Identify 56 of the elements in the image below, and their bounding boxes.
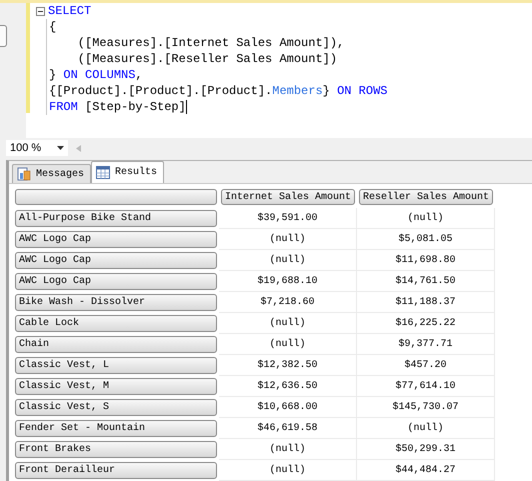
table-cell: $7,218.60	[219, 292, 357, 313]
table-cell: $9,377.71	[357, 334, 495, 355]
document-icon	[17, 167, 31, 181]
code-line: SELECT	[48, 4, 92, 18]
row-header[interactable]: Classic Vest, S	[15, 399, 217, 416]
table-cell: (null)	[219, 460, 357, 481]
row-header[interactable]: Chain	[15, 336, 217, 353]
table-cell: (null)	[219, 439, 357, 460]
code-line: {[Product].[Product].[Product].Members} ON ROWS	[49, 84, 388, 98]
row-header[interactable]: Cable Lock	[15, 315, 217, 332]
table-cell: $12,636.50	[219, 376, 357, 397]
row-header[interactable]: AWC Logo Cap	[15, 231, 217, 248]
row-header[interactable]: Front Derailleur	[15, 462, 217, 479]
table-cell: $12,382.50	[219, 355, 357, 376]
zoom-dropdown[interactable]: 100 %	[6, 140, 68, 156]
table-cell: $10,668.00	[219, 397, 357, 418]
caret-icon	[57, 146, 64, 150]
table-cell: (null)	[357, 208, 495, 229]
grid-icon	[96, 166, 110, 179]
table-cell: $11,698.80	[357, 250, 495, 271]
column-header[interactable]: Internet Sales Amount	[221, 189, 355, 205]
code-line: {	[49, 20, 56, 34]
table-cell: $14,761.50	[357, 271, 495, 292]
table-cell: (null)	[219, 313, 357, 334]
row-header[interactable]: Fender Set - Mountain	[15, 420, 217, 437]
table-cell: $46,619.58	[219, 418, 357, 439]
code-line: FROM [Step-by-Step]	[49, 100, 187, 114]
code-line: ([Measures].[Reseller Sales Amount])	[76, 52, 338, 66]
collapse-icon[interactable]	[36, 6, 44, 16]
row-header[interactable]: AWC Logo Cap	[15, 273, 217, 290]
row-header[interactable]: Front Brakes	[15, 441, 217, 458]
panel-tab[interactable]	[0, 25, 7, 47]
table-cell: (null)	[219, 229, 357, 250]
table-cell: $77,614.10	[357, 376, 495, 397]
code-line: } ON COLUMNS,	[49, 68, 143, 82]
row-header[interactable]: AWC Logo Cap	[15, 252, 217, 269]
table-cell: $5,081.05	[357, 229, 495, 250]
table-cell: (null)	[219, 250, 357, 271]
table-cell: (null)	[357, 418, 495, 439]
table-cell: $19,688.10	[219, 271, 357, 292]
tab[interactable]: Messages	[12, 164, 92, 183]
table-cell: $11,188.37	[357, 292, 495, 313]
table-cell: $16,225.22	[357, 313, 495, 334]
column-header[interactable]: Reseller Sales Amount	[359, 189, 493, 205]
table-cell: $44,484.27	[357, 460, 495, 481]
table-cell: $145,730.07	[357, 397, 495, 418]
row-header[interactable]: Bike Wash - Dissolver	[15, 294, 217, 311]
row-header[interactable]: Classic Vest, L	[15, 357, 217, 374]
row-header[interactable]: All-Purpose Bike Stand	[15, 210, 217, 227]
tab[interactable]: Results	[91, 161, 164, 183]
row-header[interactable]: Classic Vest, M	[15, 378, 217, 395]
code-line: ([Measures].[Internet Sales Amount]),	[76, 36, 344, 50]
table-cell: $457.20	[357, 355, 495, 376]
table-cell: $50,299.31	[357, 439, 495, 460]
table-cell: (null)	[219, 334, 357, 355]
table-cell: $39,591.00	[219, 208, 357, 229]
